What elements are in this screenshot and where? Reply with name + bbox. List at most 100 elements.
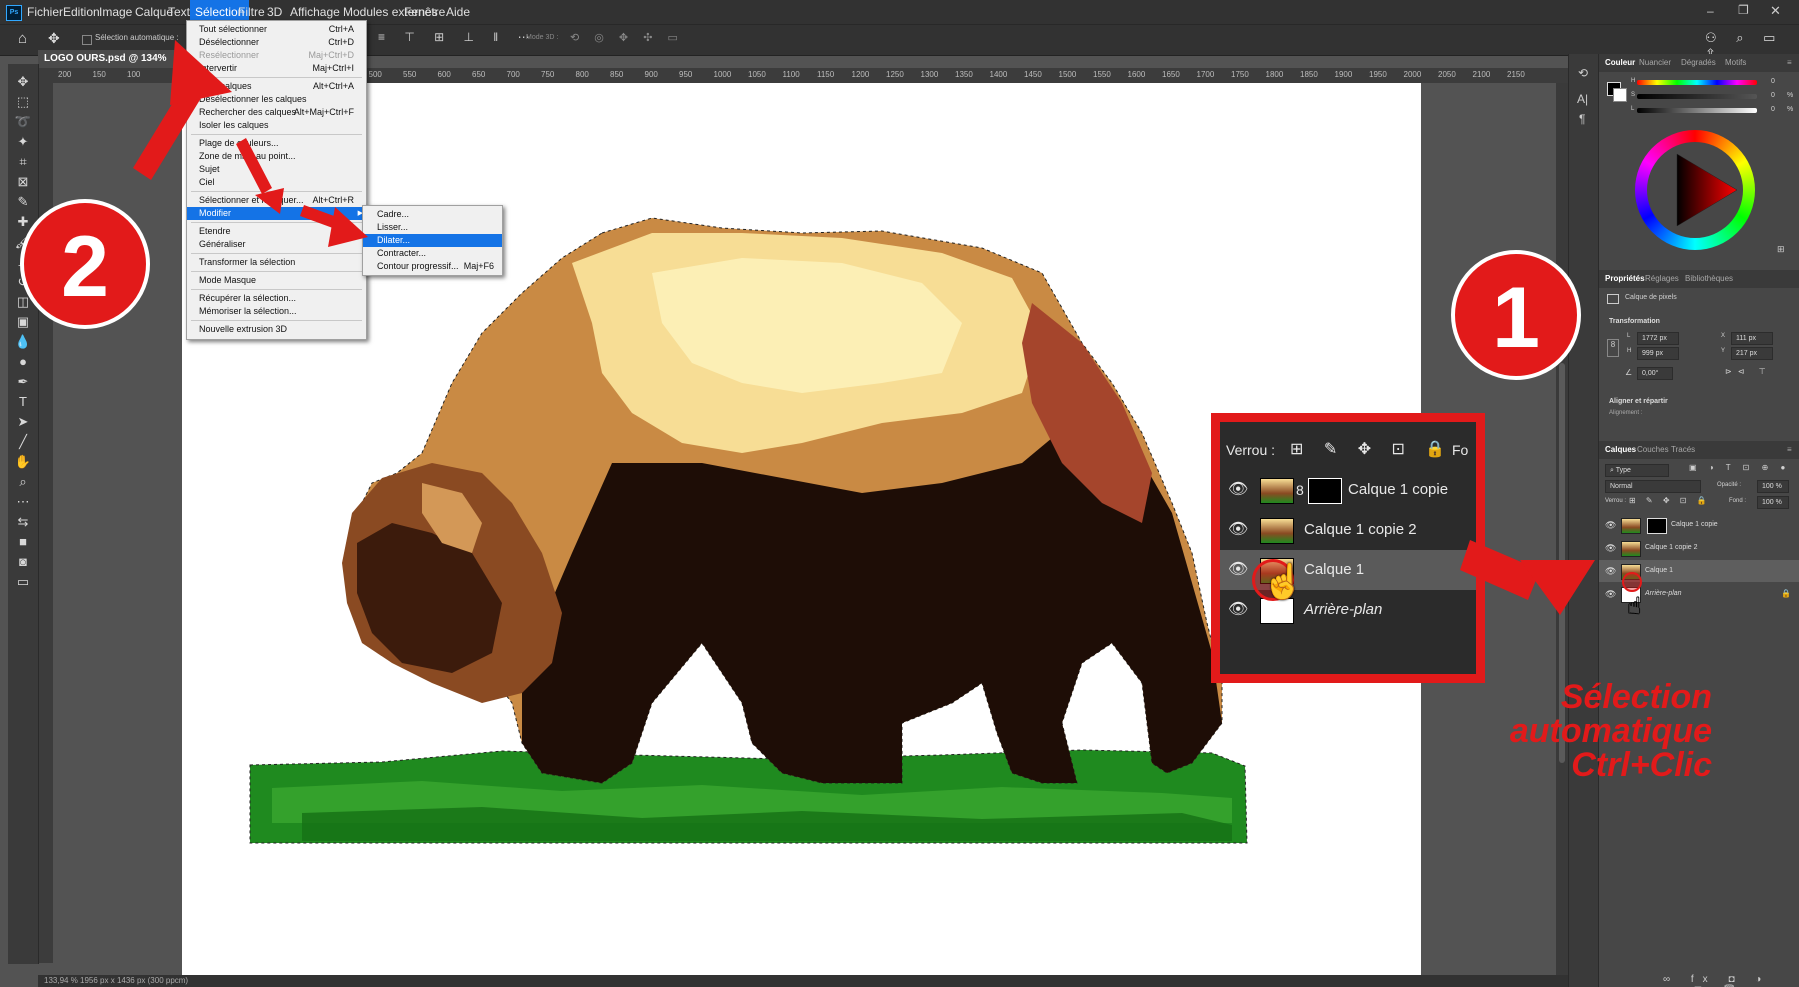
fill-field[interactable]: 100 %	[1757, 496, 1789, 509]
x-field[interactable]: 111 px	[1731, 332, 1773, 345]
auto-select-checkbox[interactable]	[82, 35, 92, 45]
selection-menu-item[interactable]: Isoler les calques	[187, 119, 366, 132]
history-icon[interactable]: ⟲	[1578, 66, 1588, 80]
selection-menu-item[interactable]: Modifier ▶	[187, 207, 366, 220]
modifier-submenu-item[interactable]: Dilater...	[363, 234, 502, 247]
layers-bottom-icons[interactable]: ∞ fx ◘ ◑ ▬ ⊞ 🗑	[1663, 974, 1799, 987]
visibility-eye-icon[interactable]: 👁	[1605, 583, 1616, 605]
layer-row[interactable]: 👁 Calque 1 copie 2	[1599, 537, 1799, 559]
width-field[interactable]: 1772 px	[1637, 332, 1679, 345]
layer-thumbnail[interactable]	[1621, 518, 1641, 534]
layers-panel-menu-icon[interactable]: ≡	[1787, 441, 1792, 459]
document-tab[interactable]: LOGO OURS.psd @ 134%	[38, 50, 184, 68]
selection-menu-item[interactable]: Généraliser	[187, 238, 366, 251]
window-minimize-button[interactable]: –	[1707, 4, 1714, 18]
tab-nuancier[interactable]: Nuancier	[1639, 54, 1671, 72]
modifier-submenu-item[interactable]: Lisser...	[363, 221, 502, 234]
opacity-field[interactable]: 100 %	[1757, 480, 1789, 493]
home-icon[interactable]: ⌂	[18, 30, 27, 47]
selection-menu-item[interactable]: Transformer la sélection	[187, 256, 366, 269]
zoom-tool-icon[interactable]: ⌕	[13, 472, 33, 492]
selection-menu-item[interactable]: Tous calques Alt+Ctrl+A	[187, 80, 366, 93]
tab-traces[interactable]: Tracés	[1671, 441, 1695, 459]
layer-row[interactable]: 👁 Arrière-plan 🔒	[1599, 583, 1799, 605]
paragraph-icon[interactable]: ¶	[1579, 112, 1585, 126]
screen-mode-icon[interactable]: ▭	[13, 572, 33, 592]
pen-tool-icon[interactable]: ✒	[13, 372, 33, 392]
3d-tools-icons[interactable]: ⟲ ◎ ✥ ✣ ▭	[570, 31, 684, 44]
transform-section-title[interactable]: Transformation	[1609, 318, 1660, 325]
add-swatch-icon[interactable]: ⊞	[1777, 244, 1785, 255]
selection-menu-item[interactable]: Mémoriser la sélection...	[187, 305, 366, 318]
quick-mask-icon[interactable]: ◙	[13, 552, 33, 572]
eyedropper-icon[interactable]: ✎	[13, 192, 33, 212]
selection-menu-item[interactable]: Ciel	[187, 176, 366, 189]
swap-colors-icon[interactable]: ⇆	[13, 512, 33, 532]
hand-tool-icon[interactable]: ✋	[13, 452, 33, 472]
align-icons[interactable]: ≡ ⊤ ⊞ ⊥ ‖ ⋯	[378, 30, 538, 44]
tab-reglages[interactable]: Réglages	[1645, 270, 1679, 288]
selection-menu-item[interactable]: Zone de mise au point...	[187, 150, 366, 163]
selection-menu-item[interactable]: Nouvelle extrusion 3D	[187, 323, 366, 336]
selection-menu-item[interactable]: Sélectionner et masquer... Alt+Ctrl+R	[187, 194, 366, 207]
tab-degrades[interactable]: Dégradés	[1681, 54, 1716, 72]
selection-menu-item[interactable]: Resélectionner Maj+Ctrl+D	[187, 49, 366, 62]
layer-thumbnail[interactable]	[1621, 564, 1641, 580]
layer-row[interactable]: 👁 Calque 1 copie	[1599, 514, 1799, 536]
type-tool-icon[interactable]: T	[13, 392, 33, 412]
layer-thumbnail[interactable]	[1621, 541, 1641, 557]
tab-proprietes[interactable]: Propriétés	[1605, 270, 1645, 288]
frame-tool-icon[interactable]: ⊠	[13, 172, 33, 192]
selection-menu-item[interactable]: Désélectionner les calques	[187, 93, 366, 106]
visibility-eye-icon[interactable]: 👁	[1605, 560, 1616, 582]
ps-logo-icon[interactable]: Ps	[6, 5, 22, 21]
panel-menu-icon[interactable]: ≡	[1787, 54, 1792, 72]
color-triangle[interactable]	[1635, 130, 1755, 250]
move-tool-icon[interactable]: ✥	[48, 30, 60, 47]
flip-icons[interactable]: ⊳⊲ ⊤	[1725, 367, 1772, 376]
color-wheel[interactable]	[1635, 130, 1755, 250]
modifier-submenu-item[interactable]: Cadre...	[363, 208, 502, 221]
angle-field[interactable]: 0,00°	[1637, 367, 1673, 380]
selection-menu-item[interactable]: Sujet	[187, 163, 366, 176]
lightness-slider[interactable]	[1637, 108, 1757, 113]
window-close-button[interactable]: ✕	[1770, 3, 1781, 19]
blur-tool-icon[interactable]: 💧	[13, 332, 33, 352]
modifier-submenu-item[interactable]: Contour progressif... Maj+F6	[363, 260, 502, 273]
height-field[interactable]: 999 px	[1637, 347, 1679, 360]
visibility-eye-icon[interactable]: 👁	[1605, 537, 1616, 559]
selection-menu-item[interactable]: Récupérer la sélection...	[187, 292, 366, 305]
magic-wand-icon[interactable]: ✦	[13, 132, 33, 152]
gradient-tool-icon[interactable]: ▣	[13, 312, 33, 332]
marquee-tool-icon[interactable]: ⬚	[13, 92, 33, 112]
lasso-tool-icon[interactable]: ➰	[13, 112, 33, 132]
vertical-scrollbar[interactable]	[1556, 83, 1568, 976]
shape-tool-icon[interactable]: ╱	[13, 432, 33, 452]
hue-slider[interactable]	[1637, 80, 1757, 85]
tab-calques[interactable]: Calques	[1605, 441, 1636, 459]
visibility-eye-icon[interactable]: 👁	[1605, 514, 1616, 536]
selection-menu-item[interactable]: Tout sélectionner Ctrl+A	[187, 23, 366, 36]
color-swatches-icon[interactable]: ■	[13, 532, 33, 552]
layer-filter-select[interactable]: ⌕ Type	[1605, 464, 1669, 477]
layer-filter-icons[interactable]: ▣ ◑ T ⊡ ⊕ ●	[1689, 463, 1790, 472]
align-section-title[interactable]: Aligner et répartir	[1609, 398, 1668, 405]
selection-menu-item[interactable]: Intervertir Maj+Ctrl+I	[187, 62, 366, 75]
move-tool-icon[interactable]: ✥	[13, 72, 33, 92]
layer-row[interactable]: 👁 Calque 1	[1599, 560, 1799, 582]
selection-menu-item[interactable]: Plage de couleurs...	[187, 137, 366, 150]
selection-menu-item[interactable]: Etendre	[187, 225, 366, 238]
selection-menu-item[interactable]: Rechercher des calques Alt+Maj+Ctrl+F	[187, 106, 366, 119]
link-proportions-icon[interactable]: 8	[1607, 339, 1619, 357]
tab-couches[interactable]: Couches	[1637, 441, 1669, 459]
saturation-slider[interactable]	[1637, 94, 1757, 99]
modifier-submenu-item[interactable]: Contracter...	[363, 247, 502, 260]
tab-couleur[interactable]: Couleur	[1605, 54, 1635, 72]
character-icon[interactable]: A|	[1577, 92, 1588, 106]
more-tools-icon[interactable]: ⋯	[13, 492, 33, 512]
lock-icon[interactable]: 🔒	[1781, 583, 1791, 605]
path-select-icon[interactable]: ➤	[13, 412, 33, 432]
crop-tool-icon[interactable]: ⌗	[13, 152, 33, 172]
y-field[interactable]: 217 px	[1731, 347, 1773, 360]
blend-mode-select[interactable]: Normal	[1605, 480, 1701, 493]
